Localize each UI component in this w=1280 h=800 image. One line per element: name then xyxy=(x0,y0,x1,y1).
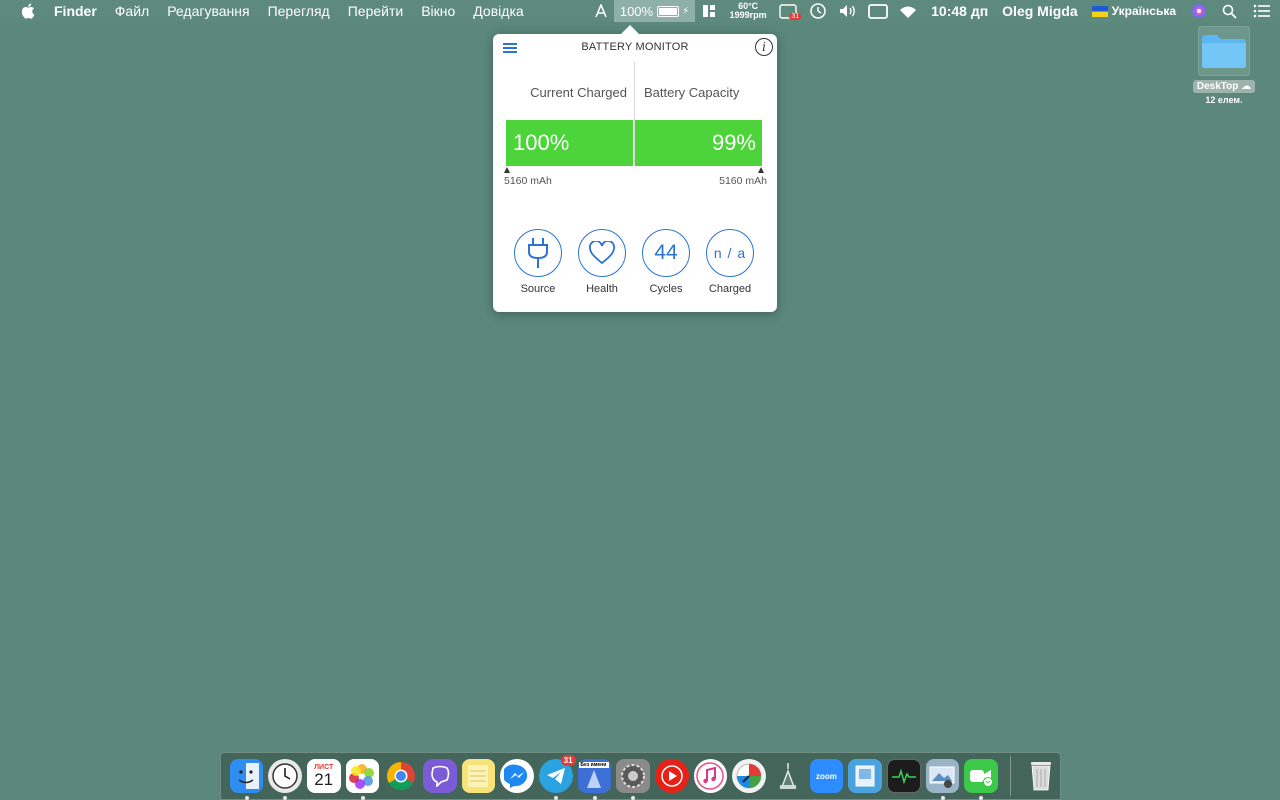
dock-calendar-icon[interactable]: ЛИСТ 21 xyxy=(306,759,341,793)
dock-telegram-running-dot xyxy=(553,796,558,800)
stat-cycles[interactable]: 44 Cycles xyxy=(640,229,692,295)
folder-name: DeskTop ☁ xyxy=(1192,80,1256,93)
stat-source-label: Source xyxy=(520,283,556,295)
dock-disk-diag-icon[interactable] xyxy=(732,759,766,793)
dock-finder-icon[interactable] xyxy=(229,759,264,800)
dock-finder-running-dot xyxy=(244,796,249,800)
dock-zoom-icon[interactable]: zoom xyxy=(809,759,844,793)
dock-sketch-icon[interactable]: Без имени xyxy=(577,759,612,800)
dock-image-capture-icon[interactable] xyxy=(925,759,960,800)
menu-bar: Finder Файл Редагування Перегляд Перейти… xyxy=(0,0,1280,22)
dock-viber-icon[interactable] xyxy=(422,759,457,793)
apple-menu-icon[interactable] xyxy=(20,2,38,20)
folder-count: 12 елем. xyxy=(1205,95,1243,105)
input-language-label: Українська xyxy=(1111,4,1176,18)
fan-text: 1999rpm xyxy=(729,10,767,20)
cycles-value: 44 xyxy=(642,229,690,277)
dock-zoom-label: zoom xyxy=(815,771,837,781)
dock-preview-icon[interactable] xyxy=(848,759,882,793)
menu-edit[interactable]: Редагування xyxy=(158,0,258,22)
battery-status-item[interactable]: 100% ⚡ xyxy=(613,0,696,22)
dock-messenger-icon[interactable] xyxy=(500,759,534,793)
wifi-icon[interactable] xyxy=(893,0,923,22)
dock-facetime-running-dot xyxy=(979,796,984,800)
current-charged-label: Current Charged xyxy=(530,85,627,100)
dock-sketch-running-dot xyxy=(592,796,597,800)
dock-activity-monitor-icon[interactable] xyxy=(886,759,921,793)
desktop-folder[interactable]: DeskTop ☁ 12 елем. xyxy=(1190,26,1258,105)
dock-system-preferences-icon[interactable] xyxy=(616,759,650,800)
dock: ЛИСТ 21 31 Без имени zoom xyxy=(220,752,1061,800)
status-a-icon[interactable] xyxy=(590,0,612,22)
dock-notes-icon[interactable] xyxy=(461,759,496,793)
display-icon[interactable] xyxy=(863,0,893,22)
current-mah-value: 5160 mAh xyxy=(504,175,552,187)
dock-itunes-icon[interactable] xyxy=(693,759,728,793)
power-plug-icon xyxy=(514,229,562,277)
dock-system-preferences-running-dot xyxy=(631,796,636,800)
stat-health[interactable]: Health xyxy=(576,229,628,295)
battery-capacity-label: Battery Capacity xyxy=(644,85,740,100)
battery-icon xyxy=(657,5,680,17)
stat-health-label: Health xyxy=(586,283,618,295)
dock-youtube-icon[interactable] xyxy=(654,759,689,793)
calendar-status-icon[interactable]: 31 xyxy=(773,0,803,22)
menu-file[interactable]: Файл xyxy=(106,0,158,22)
dock-image-capture-running-dot xyxy=(940,796,945,800)
dock-automator-icon[interactable] xyxy=(771,759,805,793)
heart-icon xyxy=(578,229,626,277)
user-name[interactable]: Oleg Migda xyxy=(996,0,1083,22)
dock-photos-icon[interactable] xyxy=(345,759,380,800)
stat-source[interactable]: Source xyxy=(512,229,564,295)
notification-center-icon[interactable] xyxy=(1244,0,1280,22)
dock-facetime-icon[interactable] xyxy=(964,759,998,800)
dock-clock-icon[interactable] xyxy=(268,759,302,800)
calendar-status-badge: 31 xyxy=(789,13,802,20)
dock-chrome-icon[interactable] xyxy=(384,759,418,793)
dock-telegram-icon[interactable]: 31 xyxy=(538,755,576,800)
charged-value: n / a xyxy=(706,229,754,277)
time-machine-icon[interactable] xyxy=(803,0,833,22)
menubar-clock[interactable]: 10:48 дп xyxy=(923,0,996,22)
window-layout-icon[interactable] xyxy=(695,0,723,22)
dock-calendar-day: 21 xyxy=(314,769,334,789)
dock-separator xyxy=(1010,756,1012,796)
capacity-mah-value: 5160 mAh xyxy=(719,175,767,187)
volume-icon[interactable] xyxy=(833,0,863,22)
stat-cycles-label: Cycles xyxy=(649,283,683,295)
folder-icon xyxy=(1198,26,1250,76)
menu-window[interactable]: Вікно xyxy=(412,0,464,22)
current-charged-marker-icon xyxy=(504,167,510,173)
battery-capacity-bar: 99% xyxy=(635,120,762,166)
dock-clock-running-dot xyxy=(283,796,288,800)
current-charged-bar: 100% xyxy=(506,120,633,166)
info-icon[interactable]: i xyxy=(755,38,773,56)
temp-fan-status[interactable]: 60°C 1999rpm xyxy=(723,0,773,22)
input-language[interactable]: Українська xyxy=(1084,0,1184,22)
battery-capacity-marker-icon xyxy=(758,167,764,173)
dock-trash-icon[interactable] xyxy=(1024,759,1058,793)
battery-percent-text: 100% xyxy=(619,3,654,19)
battery-monitor-popover: BATTERY MONITOR i Current Charged Batter… xyxy=(493,25,777,312)
stat-charged[interactable]: n / a Charged xyxy=(704,229,756,295)
ukraine-flag-icon xyxy=(1091,5,1108,17)
menu-go[interactable]: Перейти xyxy=(339,0,412,22)
icloud-icon: ☁ xyxy=(1241,81,1252,92)
dock-photos-running-dot xyxy=(360,796,365,800)
stat-charged-label: Charged xyxy=(708,283,752,295)
popover-title: BATTERY MONITOR xyxy=(581,41,689,53)
menu-view[interactable]: Перегляд xyxy=(259,0,339,22)
dock-telegram-badge: 31 xyxy=(560,755,576,766)
charging-bolt-icon: ⚡ xyxy=(682,5,690,17)
spotlight-search-icon[interactable] xyxy=(1214,0,1244,22)
menu-app-finder[interactable]: Finder xyxy=(54,0,106,22)
siri-icon[interactable] xyxy=(1184,0,1214,22)
popover-header: BATTERY MONITOR i xyxy=(493,34,777,60)
menu-help[interactable]: Довідка xyxy=(464,0,532,22)
